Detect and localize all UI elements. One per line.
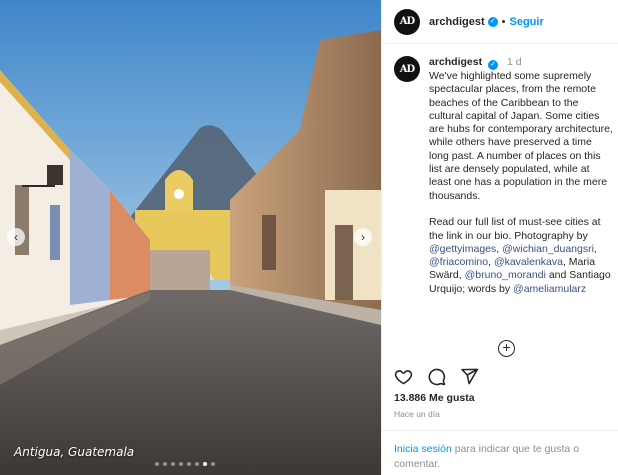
caption-comment: AD archdigest ✓ 1 d We've highlighted so… bbox=[394, 56, 614, 296]
divider bbox=[382, 430, 618, 431]
load-more-comments-icon[interactable]: + bbox=[498, 340, 515, 357]
heart-icon[interactable] bbox=[394, 367, 413, 386]
carousel-indicator bbox=[155, 462, 215, 466]
comment-username[interactable]: archdigest bbox=[429, 56, 482, 68]
verified-badge-icon: ✓ bbox=[488, 60, 499, 70]
carousel-dot bbox=[187, 462, 191, 466]
post-timestamp[interactable]: Hace un día bbox=[394, 409, 440, 419]
photo-street-scene bbox=[0, 0, 381, 475]
mention-link[interactable]: @kavalenkava bbox=[494, 256, 563, 268]
post-header: AD archdigest ✓ • Seguir bbox=[382, 0, 618, 44]
comment-icon[interactable] bbox=[427, 367, 446, 386]
follow-button[interactable]: Seguir bbox=[510, 16, 544, 28]
comment-meta: archdigest ✓ 1 d bbox=[429, 56, 614, 70]
photo-caption: Antigua, Guatemala bbox=[14, 445, 135, 459]
header-separator: • bbox=[501, 15, 506, 28]
next-photo-button[interactable]: › bbox=[354, 228, 372, 246]
carousel-dot bbox=[155, 462, 159, 466]
action-bar bbox=[394, 367, 479, 386]
carousel-dot bbox=[211, 462, 215, 466]
mention-link[interactable]: @bruno_morandi bbox=[465, 269, 546, 281]
post-photo[interactable]: Antigua, Guatemala ‹ › bbox=[0, 0, 381, 475]
comment-text: We've highlighted some supremely spectac… bbox=[429, 70, 614, 296]
comment-text-part: , bbox=[593, 242, 597, 255]
login-prompt: Inicia sesión para indicar que te gusta … bbox=[394, 442, 608, 472]
carousel-dot bbox=[171, 462, 175, 466]
login-link[interactable]: Inicia sesión bbox=[394, 443, 452, 455]
avatar[interactable]: AD bbox=[394, 8, 420, 35]
share-icon[interactable] bbox=[460, 367, 479, 386]
mention-link[interactable]: @friacomino bbox=[429, 256, 488, 268]
previous-photo-button[interactable]: ‹ bbox=[7, 228, 25, 246]
comment-avatar[interactable]: AD bbox=[394, 56, 420, 82]
mention-link[interactable]: @gettyimages bbox=[429, 243, 496, 255]
carousel-dot-active bbox=[203, 462, 207, 466]
mention-link[interactable]: @ameliamularz bbox=[513, 283, 586, 295]
verified-badge-icon: ✓ bbox=[487, 16, 498, 27]
comment-time[interactable]: 1 d bbox=[507, 56, 522, 68]
mention-link[interactable]: @wichian_duangsri bbox=[502, 243, 594, 255]
carousel-dot bbox=[179, 462, 183, 466]
comment-text-intro: We've highlighted some supremely spectac… bbox=[429, 70, 613, 242]
carousel-dot bbox=[163, 462, 167, 466]
header-username[interactable]: archdigest bbox=[429, 16, 485, 28]
instagram-post: Antigua, Guatemala ‹ › AD archdigest ✓ •… bbox=[0, 0, 618, 475]
comment-body: archdigest ✓ 1 d We've highlighted some … bbox=[429, 56, 614, 296]
like-count[interactable]: 13.886 Me gusta bbox=[394, 392, 475, 404]
carousel-dot bbox=[195, 462, 199, 466]
